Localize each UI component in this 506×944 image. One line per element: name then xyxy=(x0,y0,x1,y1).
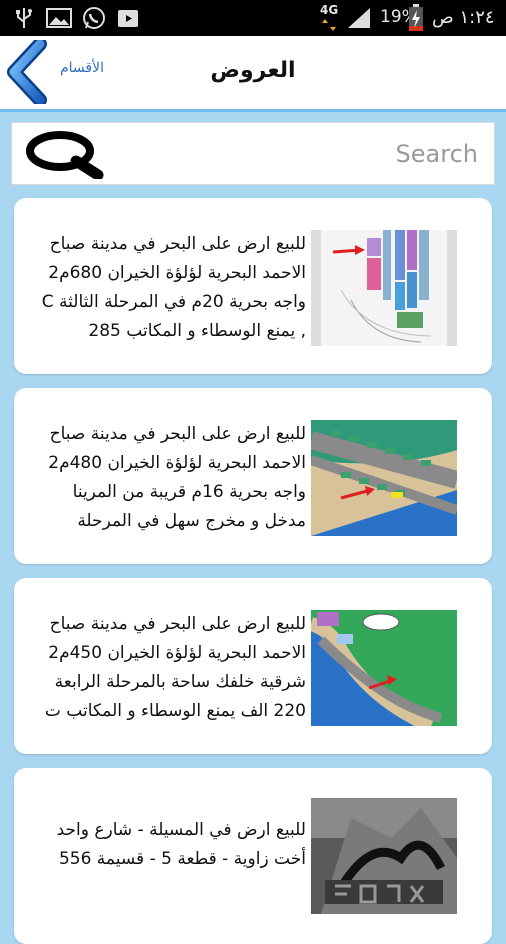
listing-card[interactable]: للبيع ارض على البحر في مدينة صباح الاحمد… xyxy=(14,198,492,374)
image-icon xyxy=(46,8,72,28)
search-input[interactable] xyxy=(122,131,486,177)
search-icon[interactable] xyxy=(24,131,108,179)
listing-card[interactable]: للبيع ارض على البحر في مدينة صباح الاحمد… xyxy=(14,388,492,564)
network-type-label: 4G xyxy=(320,3,339,17)
clock: ١:٢٤ ص xyxy=(432,7,495,28)
listing-map-thumbnail xyxy=(311,420,457,536)
whatsapp-icon xyxy=(83,7,105,29)
for-sale-image xyxy=(311,798,457,914)
app-header: الأقسام العروض xyxy=(0,36,506,112)
listing-description: للبيع ارض على البحر في مدينة صباح الاحمد… xyxy=(41,234,306,341)
listing-map-thumbnail xyxy=(311,610,457,726)
listing-description: للبيع ارض على البحر في مدينة صباح الاحمد… xyxy=(48,424,306,531)
listing-description: للبيع ارض في المسيلة - شارع واحد أخت زاو… xyxy=(56,820,306,869)
search-bar xyxy=(11,122,495,185)
usb-icon xyxy=(16,8,32,28)
listing-description: للبيع ارض على البحر في مدينة صباح الاحمد… xyxy=(44,614,306,721)
listing-card[interactable]: للبيع ارض على البحر في مدينة صباح الاحمد… xyxy=(14,578,492,754)
signal-icon xyxy=(348,8,370,28)
listing-card[interactable]: للبيع ارض في المسيلة - شارع واحد أخت زاو… xyxy=(14,768,492,944)
page-title: العروض xyxy=(210,58,296,83)
data-arrows-icon xyxy=(322,19,336,31)
battery-charging-icon xyxy=(409,4,423,31)
status-bar: 4G 19% ١:٢٤ ص xyxy=(0,0,506,36)
youtube-icon xyxy=(118,10,138,27)
listing-map-thumbnail xyxy=(311,230,457,346)
